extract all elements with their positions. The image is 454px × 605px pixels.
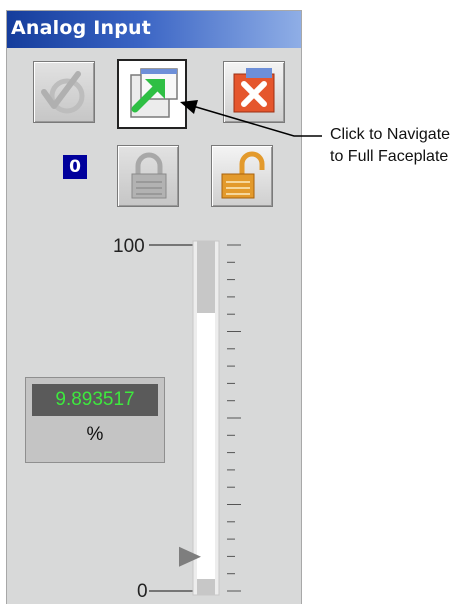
callout-line-1: Click to Navigate: [330, 126, 451, 143]
pv-value: 9.893517: [32, 384, 158, 416]
acknowledge-button[interactable]: [33, 61, 95, 123]
padlock-closed-icon: [131, 152, 167, 199]
navigate-to-faceplate-icon: [130, 68, 178, 118]
bar-lower-band: [197, 579, 215, 595]
scale-min-label: 0: [137, 581, 148, 602]
check-arrow-icon: [41, 71, 85, 114]
close-button[interactable]: [223, 61, 285, 123]
mode-indicator-badge: 0: [63, 155, 87, 179]
pv-units: %: [86, 424, 104, 445]
title-bar: Analog Input: [7, 11, 301, 48]
bar-normal-band: [197, 313, 215, 579]
lock-button[interactable]: [117, 145, 179, 207]
window-title: Analog Input: [11, 17, 152, 39]
close-x-icon: [233, 68, 275, 113]
scale-ticks: [227, 244, 241, 592]
bar-upper-band: [197, 241, 215, 313]
navigate-faceplate-button[interactable]: [117, 59, 187, 129]
padlock-open-icon: [221, 151, 265, 199]
unlock-button[interactable]: [211, 145, 273, 207]
faceplate-panel: Analog Input 0 100 0 9.893517 %: [6, 10, 302, 604]
callout-line-2: to Full Faceplate: [330, 148, 449, 165]
scale-max-label: 100: [113, 236, 145, 257]
pv-display: 9.893517 %: [25, 377, 165, 463]
